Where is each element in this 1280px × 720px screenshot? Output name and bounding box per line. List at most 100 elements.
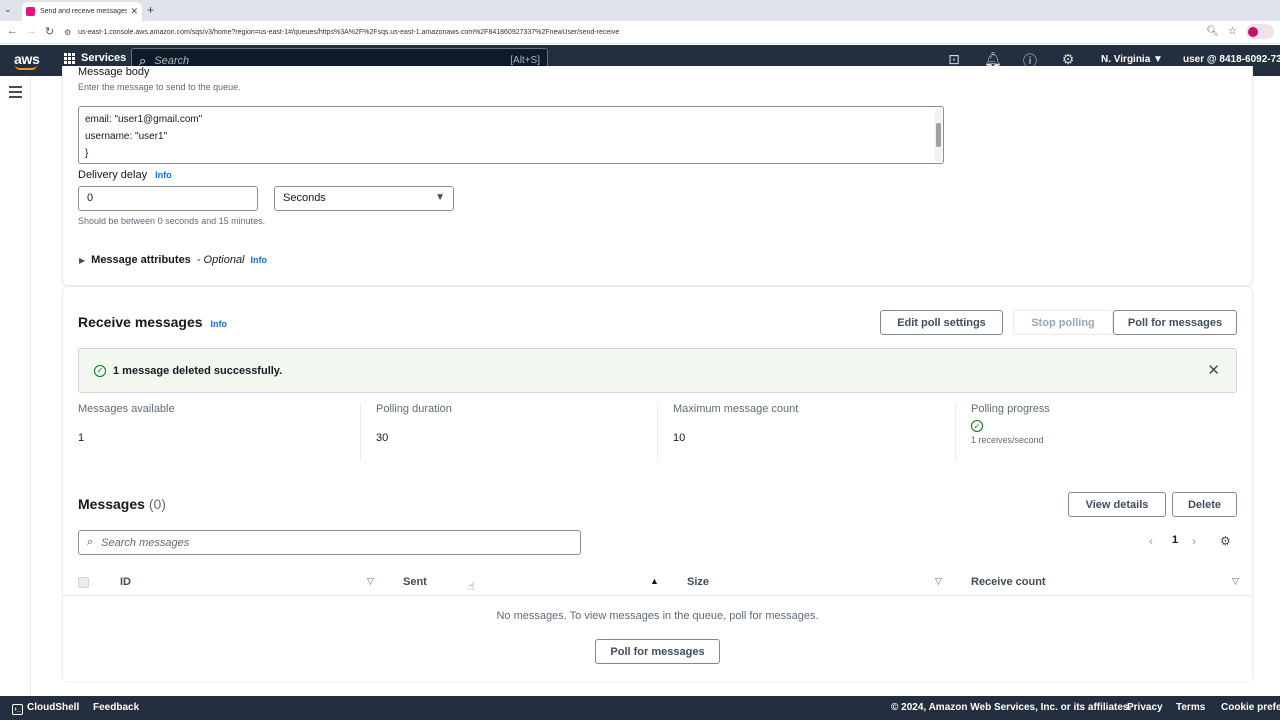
stop-polling-button[interactable]: Stop polling	[1013, 310, 1113, 335]
copyright-text: © 2024, Amazon Web Services, Inc. or its…	[891, 702, 1132, 713]
message-body-description: Enter the message to send to the queue.	[78, 82, 241, 92]
send-message-panel: Message body Enter the message to send t…	[62, 66, 1253, 286]
bookmark-star-icon[interactable]: ☆	[1228, 26, 1237, 37]
message-attributes-expander[interactable]: ▶ Message attributes - Optional Info	[79, 254, 267, 266]
caret-right-icon: ▶	[79, 255, 86, 265]
polling-complete-check-icon: ✓	[971, 420, 983, 432]
divider	[657, 403, 658, 461]
account-menu[interactable]: user @ 8418-6092-733	[1183, 54, 1280, 65]
cloudshell-icon: ›_	[12, 704, 23, 715]
cloudshell-link[interactable]: ›_ CloudShell	[12, 702, 79, 715]
back-icon[interactable]: ←	[7, 25, 18, 37]
column-header-id[interactable]: ID	[120, 576, 131, 588]
feedback-link[interactable]: Feedback	[93, 702, 139, 713]
mouse-cursor-icon: ☝	[468, 581, 475, 593]
column-header-receive-count[interactable]: Receive count	[971, 576, 1046, 588]
divider	[360, 403, 361, 461]
zoom-icon[interactable]: 🔍︎	[1206, 26, 1219, 37]
hamburger-menu-icon[interactable]	[9, 86, 22, 101]
search-placeholder: Search	[154, 54, 190, 67]
optional-label: - Optional	[196, 254, 245, 266]
table-preferences-gear-icon[interactable]: ⚙	[1220, 534, 1231, 548]
polling-rate: 1 receives/second	[971, 435, 1044, 445]
delete-button[interactable]: Delete	[1172, 492, 1237, 517]
tab-close-icon[interactable]: ✕	[130, 6, 138, 17]
browser-tab-bar: ⌄ Send and receive messages | S ✕ +	[0, 0, 1280, 21]
side-navigation-rail	[0, 76, 31, 696]
sqs-favicon-icon	[26, 7, 35, 16]
sort-descending-icon[interactable]: ▽	[935, 576, 942, 587]
receive-info-link[interactable]: Info	[211, 319, 228, 329]
max-message-count-stat: Maximum message count 10	[673, 403, 798, 463]
delivery-delay-info-link[interactable]: Info	[155, 170, 172, 180]
column-header-sent[interactable]: Sent	[403, 576, 427, 588]
stat-value: 10	[673, 432, 686, 444]
site-info-icon[interactable]: ⚙	[64, 28, 71, 37]
next-page-icon[interactable]: ›	[1192, 534, 1196, 548]
previous-page-icon[interactable]: ‹	[1149, 534, 1153, 548]
dropdown-caret-icon: ▼	[435, 192, 445, 203]
new-tab-icon[interactable]: +	[147, 3, 154, 17]
delivery-delay-label: Delivery delay Info	[78, 169, 172, 181]
body-line: email: "user1@gmail.com"	[85, 114, 203, 125]
delivery-delay-unit-select[interactable]: Seconds ▼	[274, 186, 454, 211]
edit-poll-settings-button[interactable]: Edit poll settings	[880, 310, 1003, 335]
delay-unit-value: Seconds	[283, 192, 326, 204]
body-line: }	[85, 148, 89, 159]
sort-ascending-icon[interactable]: ▲	[650, 576, 659, 586]
terms-link[interactable]: Terms	[1176, 702, 1205, 713]
page-number[interactable]: 1	[1172, 534, 1178, 546]
stat-label: Polling duration	[376, 403, 452, 415]
dismiss-close-icon[interactable]: ✕	[1207, 361, 1220, 379]
search-shortcut: [Alt+S]	[510, 55, 540, 66]
delivery-delay-hint: Should be between 0 seconds and 15 minut…	[78, 216, 266, 226]
success-check-icon: ✓	[94, 364, 106, 377]
receive-messages-heading: Receive messages Info	[78, 314, 227, 330]
privacy-link[interactable]: Privacy	[1127, 702, 1163, 713]
tab-title: Send and receive messages | S	[40, 8, 128, 15]
messages-title: Messages	[78, 496, 145, 512]
services-menu[interactable]: Services	[64, 52, 126, 64]
polling-progress-stat: Polling progress ✓ 1 receives/second	[971, 403, 1050, 463]
services-grid-icon	[64, 52, 75, 64]
divider	[955, 403, 956, 461]
forward-icon[interactable]: →	[26, 25, 37, 37]
column-header-size[interactable]: Size	[687, 576, 709, 588]
cookie-preferences-link[interactable]: Cookie preferences	[1221, 702, 1280, 713]
stat-label: Maximum message count	[673, 403, 799, 415]
region-selector[interactable]: N. Virginia ▼	[1101, 54, 1163, 65]
view-details-button[interactable]: View details	[1068, 492, 1166, 517]
message-attributes-label: Message attributes	[91, 254, 191, 266]
browser-tab[interactable]: Send and receive messages | S ✕	[22, 2, 142, 21]
messages-available-stat: Messages available 1	[78, 403, 175, 463]
message-attributes-info-link[interactable]: Info	[251, 255, 268, 265]
sort-descending-icon[interactable]: ▽	[367, 576, 374, 587]
empty-state-poll-button[interactable]: Poll for messages	[595, 639, 720, 664]
messages-heading: Messages (0)	[78, 496, 166, 512]
url-text: us-east-1.console.aws.amazon.com/sqs/v3/…	[78, 29, 620, 36]
url-field[interactable]: ⚙ us-east-1.console.aws.amazon.com/sqs/v…	[64, 24, 1214, 41]
stat-value: 1	[78, 432, 85, 444]
receive-messages-title: Receive messages	[78, 314, 203, 330]
success-flash-banner: ✓ 1 message deleted successfully. ✕	[78, 348, 1237, 393]
main-content: Message body Enter the message to send t…	[32, 66, 1280, 696]
textarea-scrollbar[interactable]	[935, 109, 942, 161]
stat-label: Polling progress	[971, 403, 1050, 415]
flash-message: 1 message deleted successfully.	[113, 364, 283, 377]
polling-duration-stat: Polling duration 30	[376, 403, 452, 463]
message-body-textarea[interactable]: email: "user1@gmail.com" username: "user…	[78, 106, 944, 164]
delivery-delay-input[interactable]: 0	[78, 186, 258, 211]
stat-label: Messages available	[78, 403, 175, 415]
search-messages-input[interactable]: ⌕ Search messages	[78, 530, 581, 555]
sort-descending-icon[interactable]: ▽	[1232, 576, 1239, 587]
empty-state-text: No messages. To view messages in the que…	[496, 610, 819, 622]
stat-value: 30	[376, 432, 389, 444]
message-body-label: Message body	[78, 66, 150, 78]
profile-avatar[interactable]	[1246, 24, 1274, 39]
reload-icon[interactable]: ↻	[45, 25, 54, 38]
messages-section: Messages (0) View details Delete ⌕ Searc…	[63, 482, 1252, 681]
services-label: Services	[81, 52, 127, 64]
tab-list-chevron-icon[interactable]: ⌄	[4, 4, 12, 15]
select-all-checkbox[interactable]	[78, 577, 89, 588]
poll-for-messages-button[interactable]: Poll for messages	[1113, 310, 1237, 335]
